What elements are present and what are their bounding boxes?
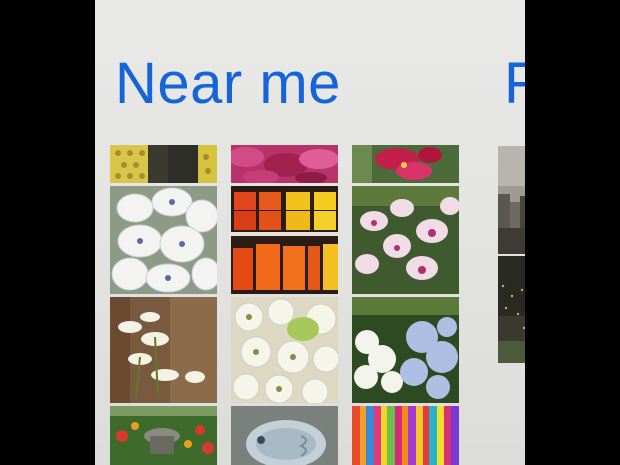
- photo-tile-stone-fish[interactable]: [231, 406, 338, 465]
- photo-tile-pink-orchids[interactable]: [352, 186, 459, 294]
- pictures-hub-screen: Near me F: [95, 0, 525, 465]
- photo-tile-pink-flowers[interactable]: [231, 145, 338, 183]
- photo-tile-white-star-flowers[interactable]: [231, 297, 338, 403]
- photo-tile-red-orchid[interactable]: [352, 145, 459, 183]
- photo-tile-lace-fabric[interactable]: [110, 145, 217, 183]
- photo-tile-city-skyline[interactable]: [498, 146, 525, 254]
- section-title-near-me[interactable]: Near me: [115, 52, 341, 116]
- photo-tile-orange-yellow-pots[interactable]: [231, 186, 338, 294]
- photo-tile-garden-planter[interactable]: [110, 406, 217, 465]
- photo-tile-hydrangea[interactable]: [352, 297, 459, 403]
- photo-tile-white-clematis[interactable]: [110, 186, 217, 294]
- photo-tile-colored-sticks[interactable]: [352, 406, 459, 465]
- section-title-next[interactable]: F: [504, 52, 525, 116]
- photo-tile-city-night[interactable]: [498, 256, 525, 363]
- photo-tile-white-lilies[interactable]: [110, 297, 217, 403]
